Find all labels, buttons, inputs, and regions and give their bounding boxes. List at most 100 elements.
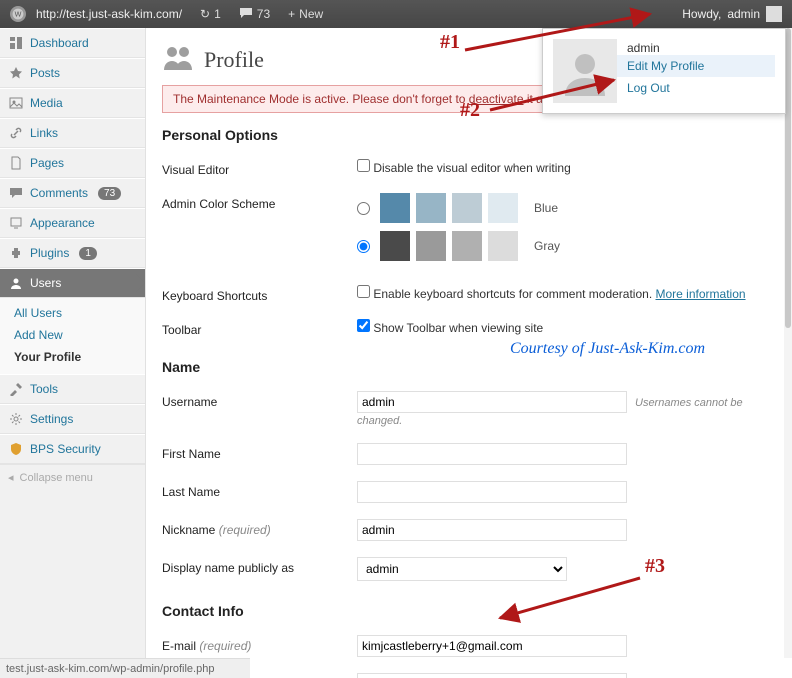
swatch — [488, 231, 518, 261]
visual-editor-option[interactable]: Disable the visual editor when writing — [357, 161, 571, 175]
toolbar-option[interactable]: Show Toolbar when viewing site — [357, 321, 543, 335]
sidebar-item-users[interactable]: Users — [0, 268, 145, 298]
collapse-label: Collapse menu — [20, 472, 93, 484]
toolbar-checkbox[interactable] — [357, 319, 370, 332]
sidebar-item-pages[interactable]: Pages — [0, 148, 145, 178]
avatar-icon — [766, 6, 782, 22]
section-personal-options: Personal Options — [162, 127, 768, 143]
howdy-dropdown: admin Edit My Profile Log Out — [542, 28, 786, 114]
swatch — [416, 193, 446, 223]
submenu-all-users[interactable]: All Users — [0, 302, 145, 324]
comment-icon — [8, 185, 24, 201]
admin-sidebar: Dashboard Posts Media Links Pages Commen… — [0, 28, 146, 678]
scheme-blue-label: Blue — [534, 201, 558, 215]
submenu-add-new[interactable]: Add New — [0, 324, 145, 346]
label-color-scheme: Admin Color Scheme — [162, 193, 357, 211]
sidebar-label: Posts — [30, 66, 60, 80]
sidebar-item-links[interactable]: Links — [0, 118, 145, 148]
row-nickname: Nickname (required) — [162, 511, 768, 549]
sidebar-label: BPS Security — [30, 442, 101, 456]
email-field[interactable] — [357, 635, 627, 657]
row-website: Website — [162, 665, 768, 678]
browser-statusbar: test.just-ask-kim.com/wp-admin/profile.p… — [0, 658, 250, 678]
sidebar-item-settings[interactable]: Settings — [0, 404, 145, 434]
scrollbar[interactable] — [784, 28, 792, 658]
comments-badge: 73 — [98, 187, 121, 200]
last-name-field[interactable] — [357, 481, 627, 503]
scheme-blue[interactable]: Blue — [357, 193, 768, 223]
swatch — [488, 193, 518, 223]
collapse-menu[interactable]: ◂ Collapse menu — [0, 464, 145, 490]
sidebar-item-appearance[interactable]: Appearance — [0, 208, 145, 238]
collapse-icon: ◂ — [8, 471, 14, 484]
label-text: Nickname — [162, 523, 215, 537]
display-name-select[interactable]: admin — [357, 557, 567, 581]
howdy-greeting[interactable]: Howdy, admin — [682, 6, 782, 22]
plugin-icon — [8, 245, 24, 261]
sidebar-label: Media — [30, 96, 63, 110]
required-text: (required) — [219, 523, 271, 537]
page-title: Profile — [204, 47, 264, 73]
sidebar-item-tools[interactable]: Tools — [0, 374, 145, 404]
nickname-field[interactable] — [357, 519, 627, 541]
label-email: E-mail (required) — [162, 635, 357, 653]
swatch — [416, 231, 446, 261]
site-url[interactable]: http://test.just-ask-kim.com/ — [36, 7, 182, 21]
wp-logo-icon[interactable]: W — [10, 6, 26, 22]
more-info-link[interactable]: More information — [656, 287, 746, 301]
sidebar-label: Plugins — [30, 246, 69, 260]
sidebar-label: Tools — [30, 382, 58, 396]
sidebar-item-comments[interactable]: Comments73 — [0, 178, 145, 208]
refresh-count: 1 — [214, 7, 221, 21]
sidebar-item-posts[interactable]: Posts — [0, 58, 145, 88]
visual-editor-text: Disable the visual editor when writing — [373, 161, 570, 175]
new-label: New — [299, 7, 323, 21]
shield-icon — [8, 441, 24, 457]
label-kb: Keyboard Shortcuts — [162, 285, 357, 303]
comment-bubble-icon — [239, 7, 253, 22]
sidebar-item-bps[interactable]: BPS Security — [0, 434, 145, 464]
new-item[interactable]: + New — [288, 7, 323, 21]
row-email: E-mail (required) — [162, 627, 768, 665]
submenu-your-profile[interactable]: Your Profile — [0, 346, 145, 368]
link-icon — [8, 125, 24, 141]
username-field[interactable] — [357, 391, 627, 413]
media-icon — [8, 95, 24, 111]
label-last-name: Last Name — [162, 481, 357, 499]
swatch — [452, 193, 482, 223]
scheme-blue-radio[interactable] — [357, 202, 370, 215]
notice-text-pre: The Maintenance Mode is active. Please d… — [173, 92, 469, 106]
howdy-prefix: Howdy, — [682, 7, 721, 21]
row-last-name: Last Name — [162, 473, 768, 511]
sidebar-item-plugins[interactable]: Plugins1 — [0, 238, 145, 268]
row-first-name: First Name — [162, 435, 768, 473]
svg-text:W: W — [15, 9, 22, 18]
scheme-gray-label: Gray — [534, 239, 560, 253]
row-color-scheme: Admin Color Scheme Blue Gray — [162, 185, 768, 277]
pin-icon — [8, 65, 24, 81]
howdy-user: admin — [727, 7, 760, 21]
plus-icon: + — [288, 7, 295, 21]
website-field[interactable] — [357, 673, 627, 678]
sidebar-label: Settings — [30, 412, 73, 426]
row-username: Username Usernames cannot be changed. — [162, 383, 768, 435]
sidebar-item-dashboard[interactable]: Dashboard — [0, 28, 145, 58]
section-name: Name — [162, 359, 768, 375]
scheme-gray[interactable]: Gray — [357, 231, 768, 261]
kb-option[interactable]: Enable keyboard shortcuts for comment mo… — [357, 287, 652, 301]
profile-icon — [162, 44, 194, 75]
label-display-name: Display name publicly as — [162, 557, 357, 575]
refresh-item[interactable]: ↻ 1 — [200, 7, 221, 21]
kb-checkbox[interactable] — [357, 285, 370, 298]
first-name-field[interactable] — [357, 443, 627, 465]
row-display-name: Display name publicly as admin — [162, 549, 768, 589]
sidebar-item-media[interactable]: Media — [0, 88, 145, 118]
required-text: (required) — [199, 639, 251, 653]
comments-item[interactable]: 73 — [239, 7, 270, 22]
visual-editor-checkbox[interactable] — [357, 159, 370, 172]
kb-text: Enable keyboard shortcuts for comment mo… — [373, 287, 652, 301]
scheme-gray-radio[interactable] — [357, 240, 370, 253]
deactivate-link[interactable]: deactivate — [469, 92, 524, 106]
section-contact: Contact Info — [162, 603, 768, 619]
sidebar-label: Appearance — [30, 216, 95, 230]
